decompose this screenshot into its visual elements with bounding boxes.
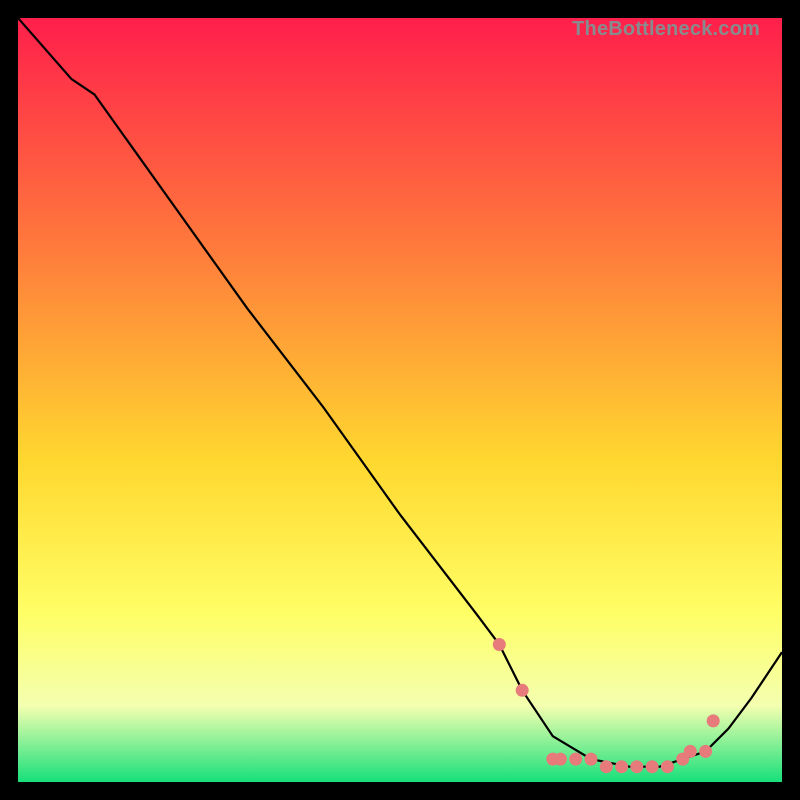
highlight-dot bbox=[646, 760, 659, 773]
highlight-dot bbox=[600, 760, 613, 773]
highlight-dot bbox=[516, 684, 529, 697]
watermark-text: TheBottleneck.com bbox=[572, 18, 760, 41]
highlight-dot bbox=[661, 760, 674, 773]
highlight-dot bbox=[554, 753, 567, 766]
highlight-dot bbox=[615, 760, 628, 773]
gradient-background bbox=[18, 18, 782, 782]
highlight-dot bbox=[585, 753, 598, 766]
highlight-dot bbox=[569, 753, 582, 766]
highlight-dot bbox=[493, 638, 506, 651]
chart-frame: TheBottleneck.com bbox=[18, 18, 782, 782]
highlight-dot bbox=[699, 745, 712, 758]
highlight-dot bbox=[684, 745, 697, 758]
chart-plot bbox=[18, 18, 782, 782]
highlight-dot bbox=[707, 714, 720, 727]
highlight-dot bbox=[630, 760, 643, 773]
